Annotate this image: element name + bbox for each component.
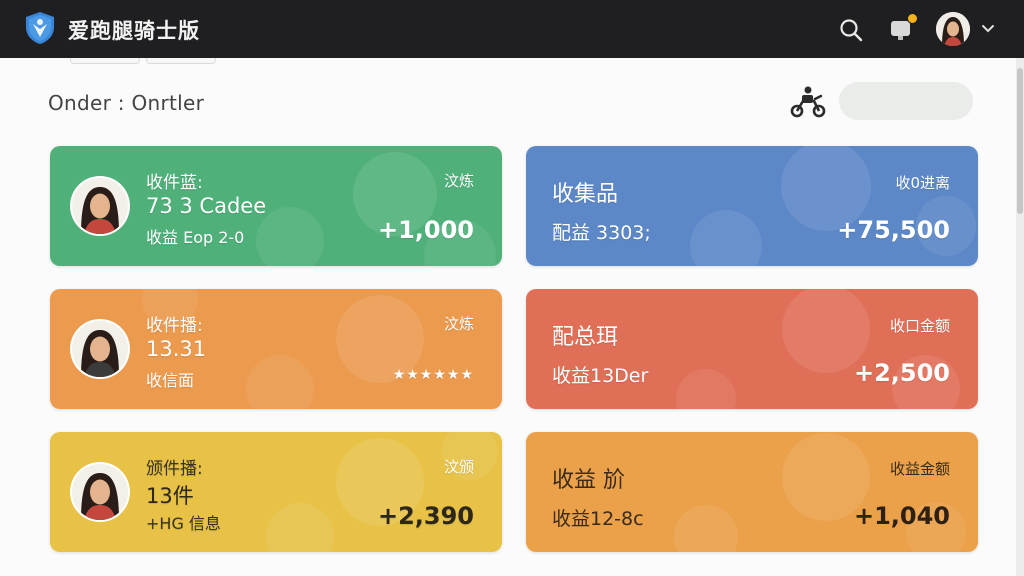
rating-stars: ★★★★★★ — [392, 367, 474, 383]
card-title: 收件播: — [146, 316, 203, 336]
card-title: 配总珥 — [552, 325, 619, 350]
chevron-down-icon[interactable] — [980, 20, 996, 36]
card-subtitle: 收信面 — [146, 371, 195, 390]
card-title: 收集品 — [552, 182, 619, 207]
card-subtitle: +HG 信息 — [146, 514, 221, 533]
search-icon[interactable] — [838, 17, 864, 43]
card-subtitle: 配益 3303; — [552, 222, 651, 244]
courier-avatar-icon — [72, 464, 128, 520]
card-amount: +2,390 — [377, 502, 474, 530]
card-subtitle: 收益 Eop 2-0 — [146, 228, 245, 247]
courier-avatar — [70, 319, 130, 379]
card-tag: 汶炼 — [443, 172, 474, 190]
earnings-card[interactable]: 配总珥 收益13Der 收口金额 +2,500 — [526, 289, 978, 409]
card-subtitle: 收益13Der — [552, 365, 649, 387]
card-title: 收件蓝: — [146, 173, 203, 193]
scooter-icon[interactable] — [788, 84, 828, 120]
scrollbar-thumb[interactable] — [1017, 68, 1023, 214]
card-title: 收益 斺 — [552, 468, 625, 493]
order-card[interactable]: 颁件播: 13件 +HG 信息 汶颁 +2,390 — [50, 432, 502, 552]
card-tag: 汶炼 — [443, 315, 474, 333]
card-tag: 收口金额 — [889, 317, 950, 335]
card-value: 73 3 Cadee — [146, 194, 267, 218]
courier-avatar-icon — [72, 178, 128, 234]
faded-tab — [146, 58, 216, 64]
card-tag: 收0进离 — [895, 174, 950, 192]
courier-avatar — [70, 176, 130, 236]
card-tag: 汶颁 — [443, 458, 474, 476]
card-title: 颁件播: — [146, 459, 203, 479]
faded-tab — [70, 58, 140, 64]
page-heading: Onder : Onrtler — [48, 91, 205, 115]
earnings-card[interactable]: 收集品 配益 3303; 收0进离 +75,500 — [526, 146, 978, 266]
user-avatar[interactable] — [936, 12, 970, 46]
faded-tab-strip — [60, 58, 220, 66]
app-title: 爱跑腿骑士版 — [68, 19, 200, 43]
card-tag: 收益金额 — [889, 460, 950, 478]
order-card[interactable]: 收件蓝: 73 3 Cadee 收益 Eop 2-0 汶炼 +1,000 — [50, 146, 502, 266]
card-amount: +2,500 — [853, 359, 950, 387]
card-amount: +1,040 — [853, 502, 950, 530]
user-avatar-icon — [936, 12, 970, 46]
shield-logo-icon — [26, 12, 54, 44]
card-amount: +75,500 — [837, 216, 950, 244]
card-value: 13件 — [146, 484, 194, 508]
earnings-card[interactable]: 收益 斺 收益12-8c 收益金额 +1,040 — [526, 432, 978, 552]
top-bar: 爱跑腿骑士版 — [0, 0, 1024, 58]
courier-avatar-icon — [72, 321, 128, 377]
notification-badge — [907, 13, 918, 24]
card-value: 13.31 — [146, 337, 207, 361]
search-pill-input[interactable] — [839, 82, 973, 120]
card-amount: +1,000 — [377, 216, 474, 244]
order-card[interactable]: 收件播: 13.31 收信面 汶炼 ★★★★★★ — [50, 289, 502, 409]
card-subtitle: 收益12-8c — [552, 508, 644, 530]
courier-avatar — [70, 462, 130, 522]
